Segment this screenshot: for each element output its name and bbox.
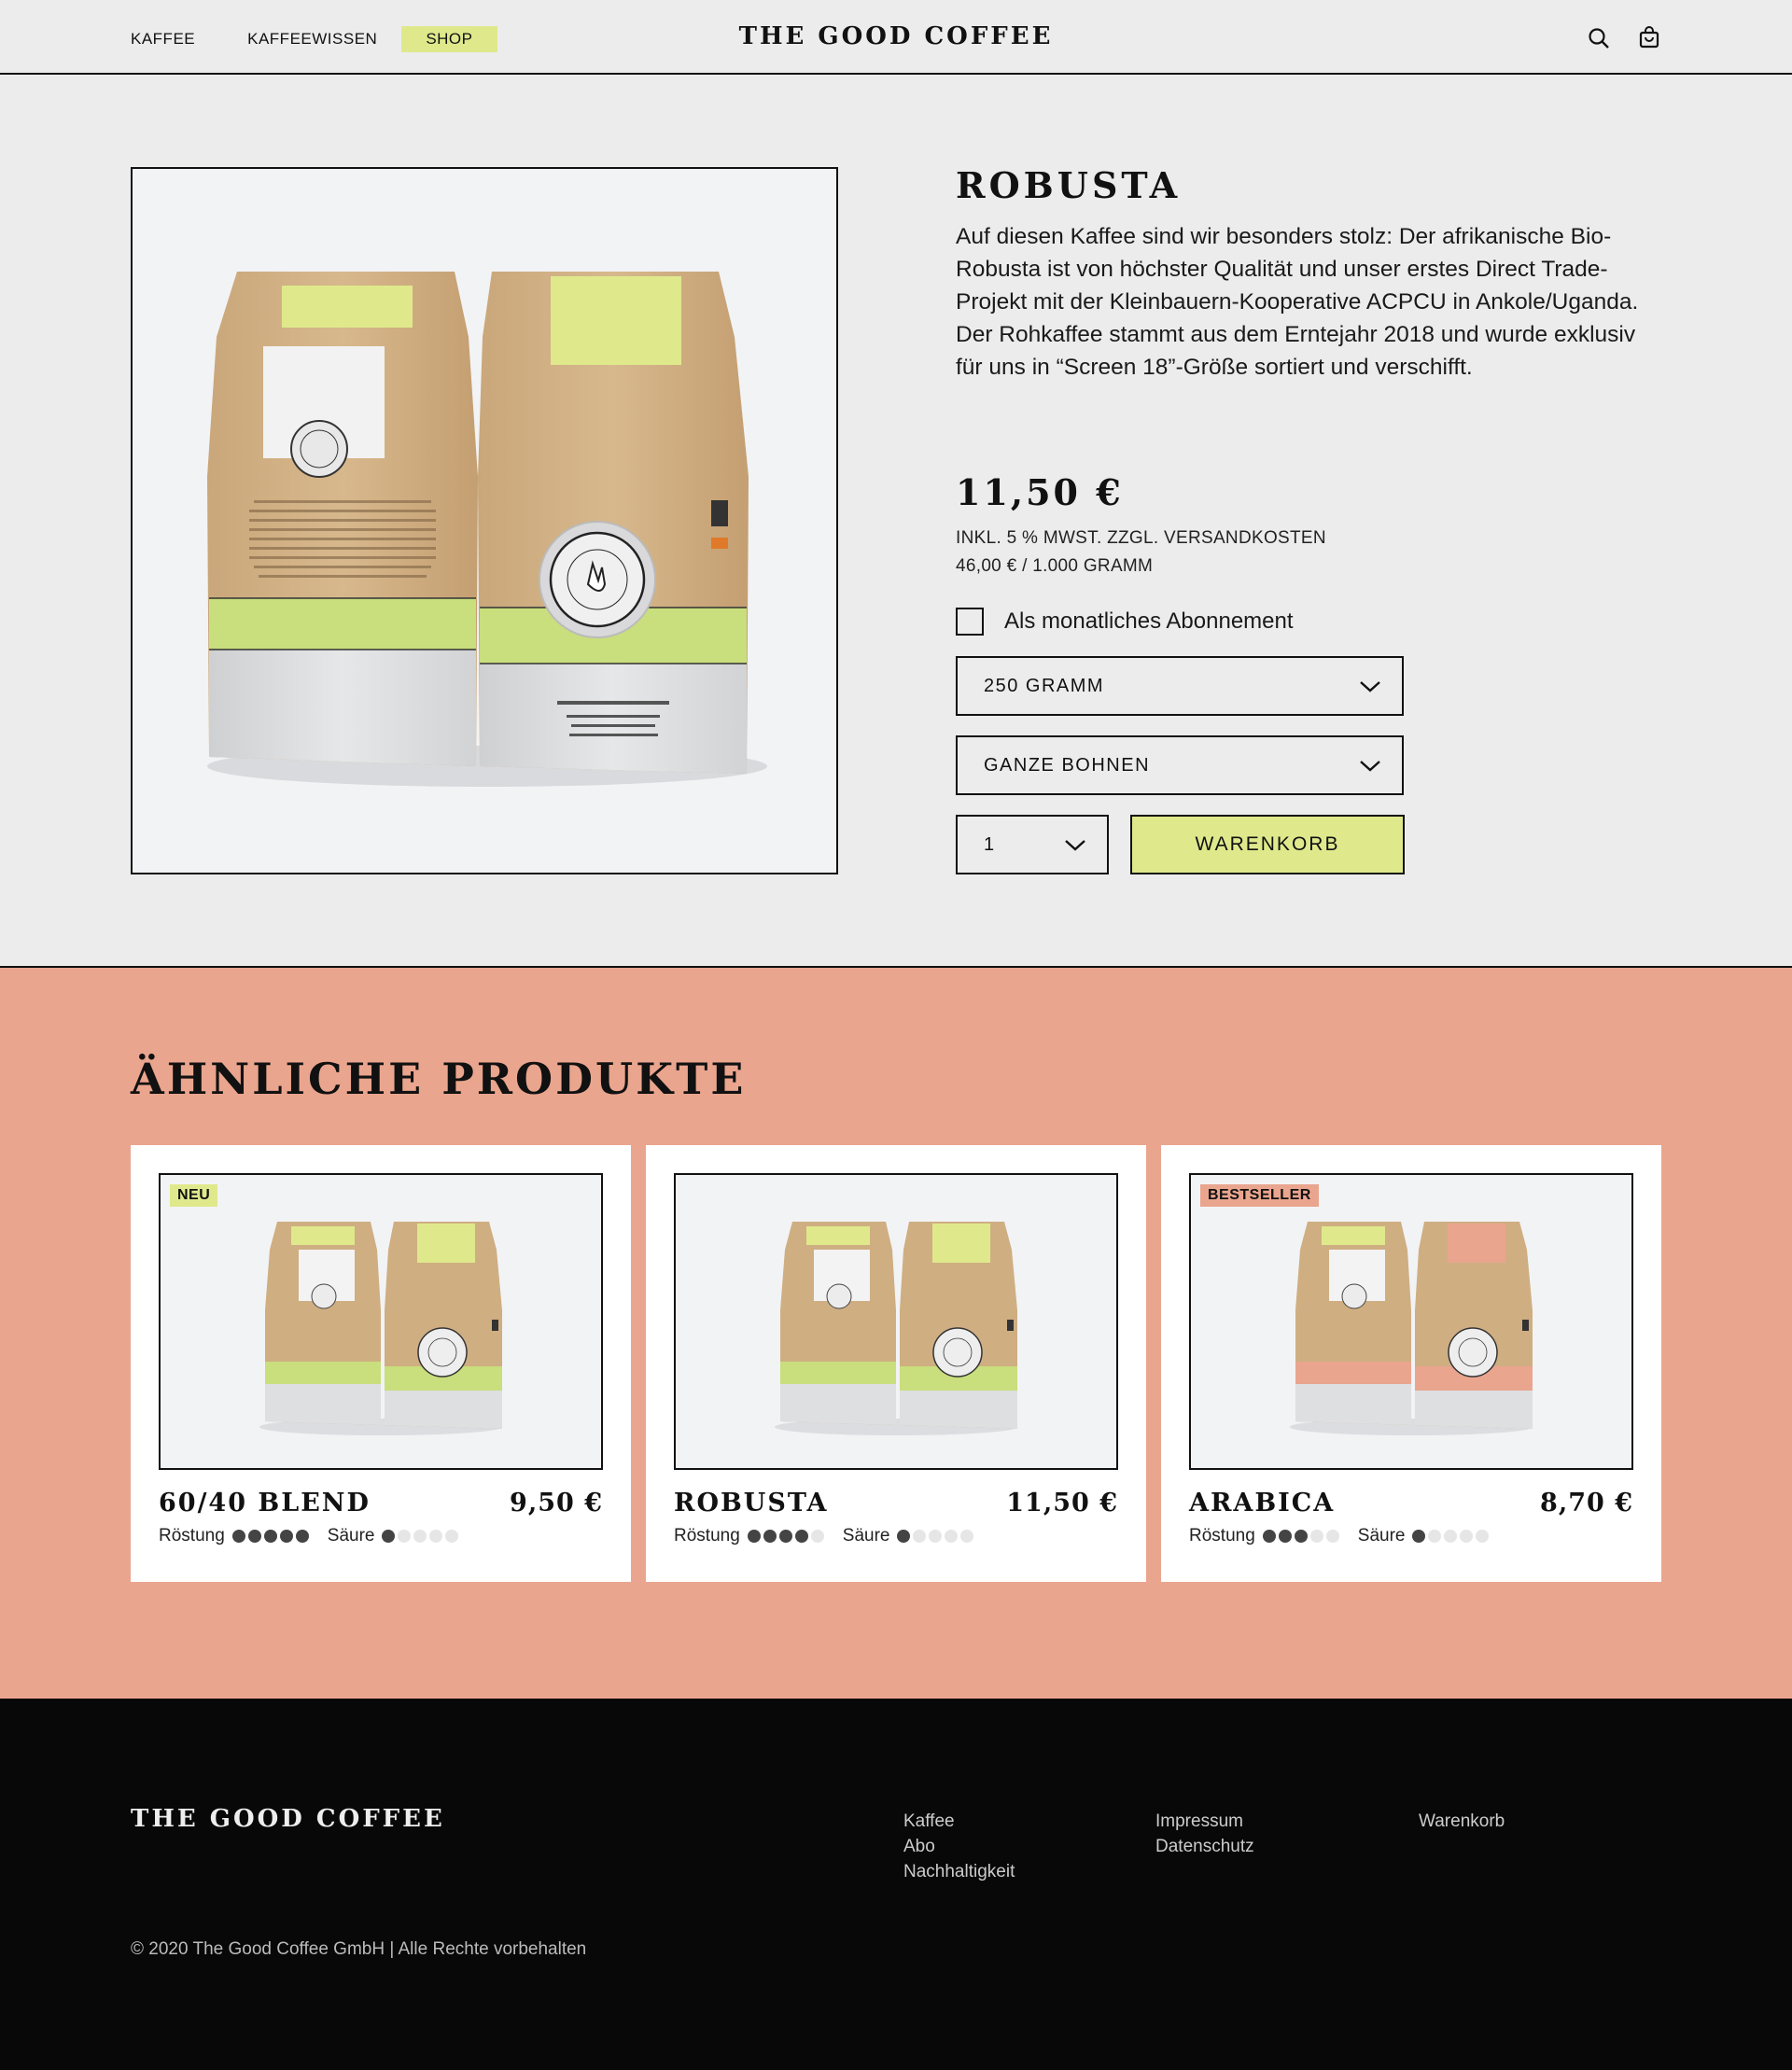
site-logo[interactable]: THE GOOD COFFEE xyxy=(0,22,1792,50)
product-card-price: 9,50 € xyxy=(510,1489,603,1518)
quantity-select-value: 1 xyxy=(984,833,996,855)
footer-links-cart: Warenkorb xyxy=(1419,1809,1505,1834)
rating-dot xyxy=(763,1530,777,1543)
chevron-down-icon xyxy=(1064,835,1086,854)
product-price: 11,50 € xyxy=(956,471,1124,513)
footer-link-datenschutz[interactable]: Datenschutz xyxy=(1155,1834,1254,1859)
quantity-select[interactable]: 1 xyxy=(956,815,1109,874)
similar-products-title: ÄHNLICHE PRODUKTE xyxy=(131,1054,747,1104)
product-card-meta: Röstung Säure xyxy=(1189,1526,1507,1546)
subscription-option[interactable]: Als monatliches Abonnement xyxy=(956,608,1294,636)
footer-links-shop: Kaffee Abo Nachhaltigkeit xyxy=(903,1809,1015,1884)
rating-dot xyxy=(445,1530,459,1543)
rating-dot xyxy=(778,1530,792,1543)
rating-dot xyxy=(263,1530,277,1543)
site-header: KAFFEE KAFFEEWISSEN SHOP THE GOOD COFFEE xyxy=(0,0,1792,75)
product-title: ROBUSTA xyxy=(956,164,1182,206)
add-to-cart-button[interactable]: WARENKORB xyxy=(1130,815,1405,874)
footer-logo[interactable]: THE GOOD COFFEE xyxy=(131,1805,445,1833)
badge-bestseller: BESTSELLER xyxy=(1200,1184,1319,1207)
rating-dot xyxy=(1412,1530,1426,1543)
product-card-price: 11,50 € xyxy=(1006,1489,1118,1518)
product-card-meta: Röstung Säure xyxy=(674,1526,992,1546)
grind-select[interactable]: GANZE BOHNEN xyxy=(956,735,1404,795)
badge-new: NEU xyxy=(170,1184,218,1207)
site-footer: THE GOOD COFFEE Kaffee Abo Nachhaltigkei… xyxy=(0,1699,1792,2070)
size-select-value: 250 GRAMM xyxy=(984,675,1105,696)
footer-link-kaffee[interactable]: Kaffee xyxy=(903,1809,1015,1834)
search-icon[interactable] xyxy=(1587,26,1611,50)
chevron-down-icon xyxy=(1359,677,1381,695)
rating-dot xyxy=(913,1530,927,1543)
footer-link-impressum[interactable]: Impressum xyxy=(1155,1809,1254,1834)
product-card[interactable]: BESTSELLER ARABICA 8,70 € Röstung Säure xyxy=(1161,1145,1661,1582)
product-card-meta: Röstung Säure xyxy=(159,1526,477,1546)
product-description: Auf diesen Kaffee sind wir besonders sto… xyxy=(956,224,1639,380)
roast-rating xyxy=(231,1530,309,1543)
rating-dot xyxy=(279,1530,293,1543)
acidity-rating xyxy=(1412,1530,1490,1543)
footer-link-nachhaltigkeit[interactable]: Nachhaltigkeit xyxy=(903,1859,1015,1884)
rating-dot xyxy=(929,1530,943,1543)
product-card-name[interactable]: ROBUSTA xyxy=(674,1489,828,1518)
product-card-name[interactable]: 60/40 BLEND xyxy=(159,1489,371,1518)
footer-links-legal: Impressum Datenschutz xyxy=(1155,1809,1254,1859)
rating-dot xyxy=(897,1530,911,1543)
rating-dot xyxy=(747,1530,761,1543)
subscription-label: Als monatliches Abonnement xyxy=(1004,608,1294,634)
product-card[interactable]: NEU 60/40 BLEND 9,50 € Röstung Säure xyxy=(131,1145,631,1582)
rating-dot xyxy=(810,1530,824,1543)
product-card-price: 8,70 € xyxy=(1540,1489,1633,1518)
acidity-rating xyxy=(897,1530,974,1543)
rating-dot xyxy=(295,1530,309,1543)
rating-dot xyxy=(398,1530,412,1543)
rating-dot xyxy=(1476,1530,1490,1543)
rating-dot xyxy=(1428,1530,1442,1543)
rating-dot xyxy=(429,1530,443,1543)
rating-dot xyxy=(1262,1530,1276,1543)
product-card-image[interactable]: BESTSELLER xyxy=(1189,1173,1633,1470)
tax-note: INKL. 5 % MWST. ZZGL. VERSANDKOSTEN xyxy=(956,528,1326,548)
rating-dot xyxy=(1278,1530,1292,1543)
roast-rating xyxy=(1262,1530,1339,1543)
unit-price: 46,00 € / 1.000 GRAMM xyxy=(956,556,1154,576)
footer-link-warenkorb[interactable]: Warenkorb xyxy=(1419,1809,1505,1834)
similar-products-section: ÄHNLICHE PRODUKTE NEU 60/40 BLEND 9,50 €… xyxy=(0,966,1792,1699)
rating-dot xyxy=(960,1530,974,1543)
rating-dot xyxy=(1460,1530,1474,1543)
acidity-label: Säure xyxy=(842,1526,890,1546)
size-select[interactable]: 250 GRAMM xyxy=(956,656,1404,716)
product-card-image[interactable] xyxy=(674,1173,1118,1470)
copyright: © 2020 The Good Coffee GmbH | Alle Recht… xyxy=(131,1939,587,1959)
product-card[interactable]: ROBUSTA 11,50 € Röstung Säure xyxy=(646,1145,1146,1582)
subscription-checkbox[interactable] xyxy=(956,608,984,636)
footer-link-abo[interactable]: Abo xyxy=(903,1834,1015,1859)
roast-label: Röstung xyxy=(674,1526,740,1546)
roast-label: Röstung xyxy=(159,1526,225,1546)
rating-dot xyxy=(1325,1530,1339,1543)
rating-dot xyxy=(1309,1530,1323,1543)
rating-dot xyxy=(382,1530,396,1543)
header-icons xyxy=(1587,26,1661,50)
chevron-down-icon xyxy=(1359,756,1381,775)
acidity-rating xyxy=(382,1530,459,1543)
rating-dot xyxy=(1444,1530,1458,1543)
roast-label: Röstung xyxy=(1189,1526,1255,1546)
rating-dot xyxy=(945,1530,959,1543)
acidity-label: Säure xyxy=(327,1526,375,1546)
grind-select-value: GANZE BOHNEN xyxy=(984,754,1151,776)
rating-dot xyxy=(247,1530,261,1543)
cart-icon[interactable] xyxy=(1637,26,1661,50)
product-card-name[interactable]: ARABICA xyxy=(1189,1489,1335,1518)
rating-dot xyxy=(794,1530,808,1543)
acidity-label: Säure xyxy=(1357,1526,1406,1546)
product-card-image[interactable]: NEU xyxy=(159,1173,603,1470)
rating-dot xyxy=(1294,1530,1308,1543)
product-image[interactable] xyxy=(131,167,838,874)
rating-dot xyxy=(231,1530,245,1543)
roast-rating xyxy=(747,1530,824,1543)
rating-dot xyxy=(413,1530,427,1543)
